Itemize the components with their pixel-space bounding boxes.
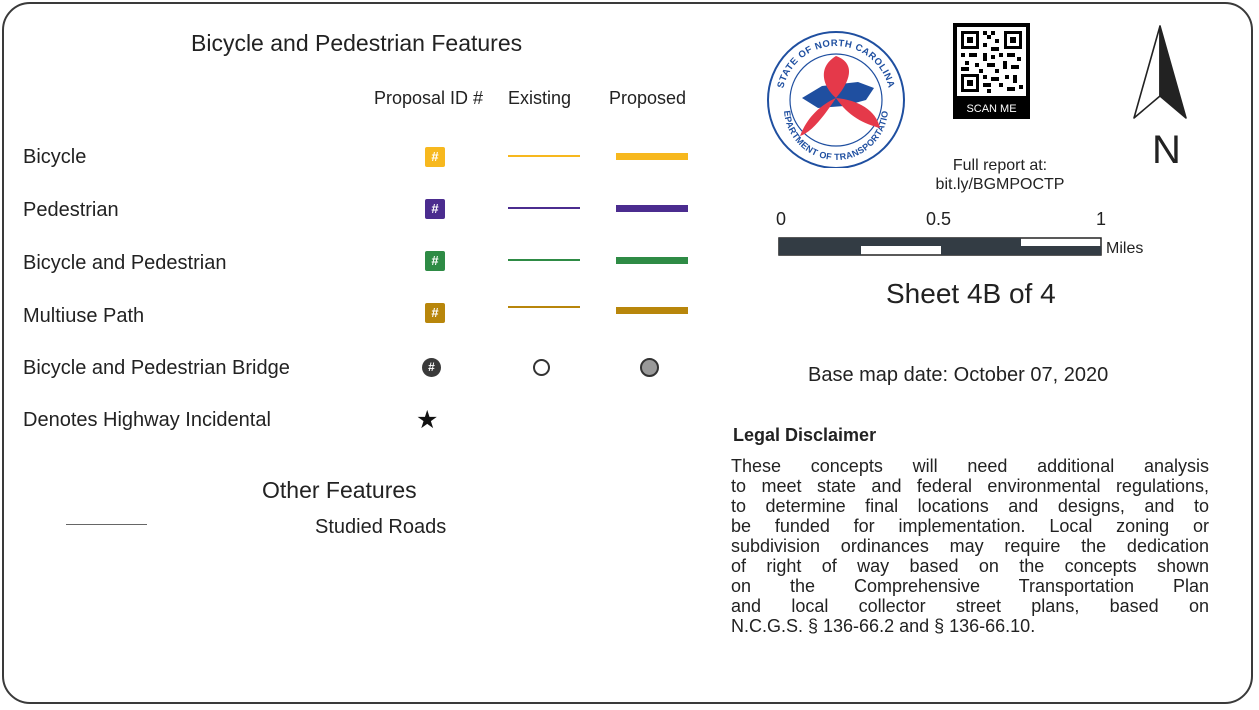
studied-roads-line — [66, 524, 147, 525]
disclaimer-line: to meet state and federal environmental … — [731, 476, 1209, 496]
disclaimer-line: of right of way based on the concepts sh… — [731, 556, 1209, 576]
scale-bar — [778, 237, 1102, 256]
badge-bike-ped: # — [425, 251, 445, 271]
col-proposed: Proposed — [609, 88, 687, 108]
qr-scan-label: SCAN ME — [966, 103, 1017, 115]
studied-roads-label: Studied Roads — [315, 516, 447, 538]
scale-unit: Miles — [1106, 240, 1144, 257]
row-label-multiuse: Multiuse Path — [23, 305, 145, 327]
row-label-bike-ped: Bicycle and Pedestrian — [23, 252, 227, 274]
disclaimer-body: These concepts will need additional anal… — [731, 456, 1209, 636]
disclaimer-line: and local collector street plans, based … — [731, 596, 1209, 616]
north-arrow-icon — [1133, 25, 1187, 119]
line-proposed-multiuse — [616, 307, 688, 314]
sheet-label: Sheet 4B of 4 — [886, 278, 1056, 309]
ncdot-seal-icon: STATE OF NORTH CAROLINA DEPARTMENT OF TR… — [762, 28, 905, 168]
badge-bicycle: # — [425, 147, 445, 167]
disclaimer-line: These concepts will need additional anal… — [731, 456, 1209, 476]
badge-pedestrian: # — [425, 199, 445, 219]
other-features-title: Other Features — [262, 477, 417, 503]
line-existing-multiuse — [508, 306, 580, 308]
line-proposed-bicycle — [616, 153, 688, 160]
disclaimer-line: subdivision ordinances may require the d… — [731, 536, 1209, 556]
row-label-pedestrian: Pedestrian — [23, 199, 119, 221]
bridge-id-icon: # — [422, 358, 441, 377]
disclaimer-line: on the Comprehensive Transportation Plan — [731, 576, 1209, 596]
scale-tick-05: 0.5 — [926, 209, 952, 229]
report-text: Full report at: bit.ly/BGMPOCTP — [880, 156, 1120, 194]
disclaimer-title: Legal Disclaimer — [733, 425, 877, 445]
line-proposed-bike-ped — [616, 257, 688, 264]
row-label-highway: Denotes Highway Incidental — [23, 409, 271, 431]
bridge-proposed-icon — [640, 358, 659, 377]
north-letter: N — [1152, 128, 1181, 172]
row-label-bicycle: Bicycle — [23, 146, 87, 168]
line-proposed-pedestrian — [616, 205, 688, 212]
line-existing-bike-ped — [508, 259, 580, 261]
disclaimer-line: N.C.G.S. § 136-66.2 and § 136-66.10. — [731, 616, 1036, 636]
line-existing-pedestrian — [508, 207, 580, 209]
row-label-bridge: Bicycle and Pedestrian Bridge — [23, 357, 290, 379]
legend-title: Bicycle and Pedestrian Features — [191, 30, 523, 56]
scale-tick-0: 0 — [776, 209, 787, 229]
disclaimer-line: to determine final locations and designs… — [731, 496, 1209, 516]
report-link: bit.ly/BGMPOCTP — [935, 176, 1065, 193]
line-existing-bicycle — [508, 155, 580, 157]
base-map-date: Base map date: October 07, 2020 — [808, 364, 1109, 386]
scale-tick-1: 1 — [1096, 209, 1107, 229]
star-icon: ★ — [416, 406, 439, 434]
badge-multiuse: # — [425, 303, 445, 323]
bridge-existing-icon — [533, 359, 550, 376]
col-existing: Existing — [508, 88, 572, 108]
report-line1: Full report at: — [952, 157, 1048, 174]
disclaimer-line: be funded for implementation. Local zoni… — [731, 516, 1209, 536]
col-proposal-id: Proposal ID # — [374, 88, 484, 108]
